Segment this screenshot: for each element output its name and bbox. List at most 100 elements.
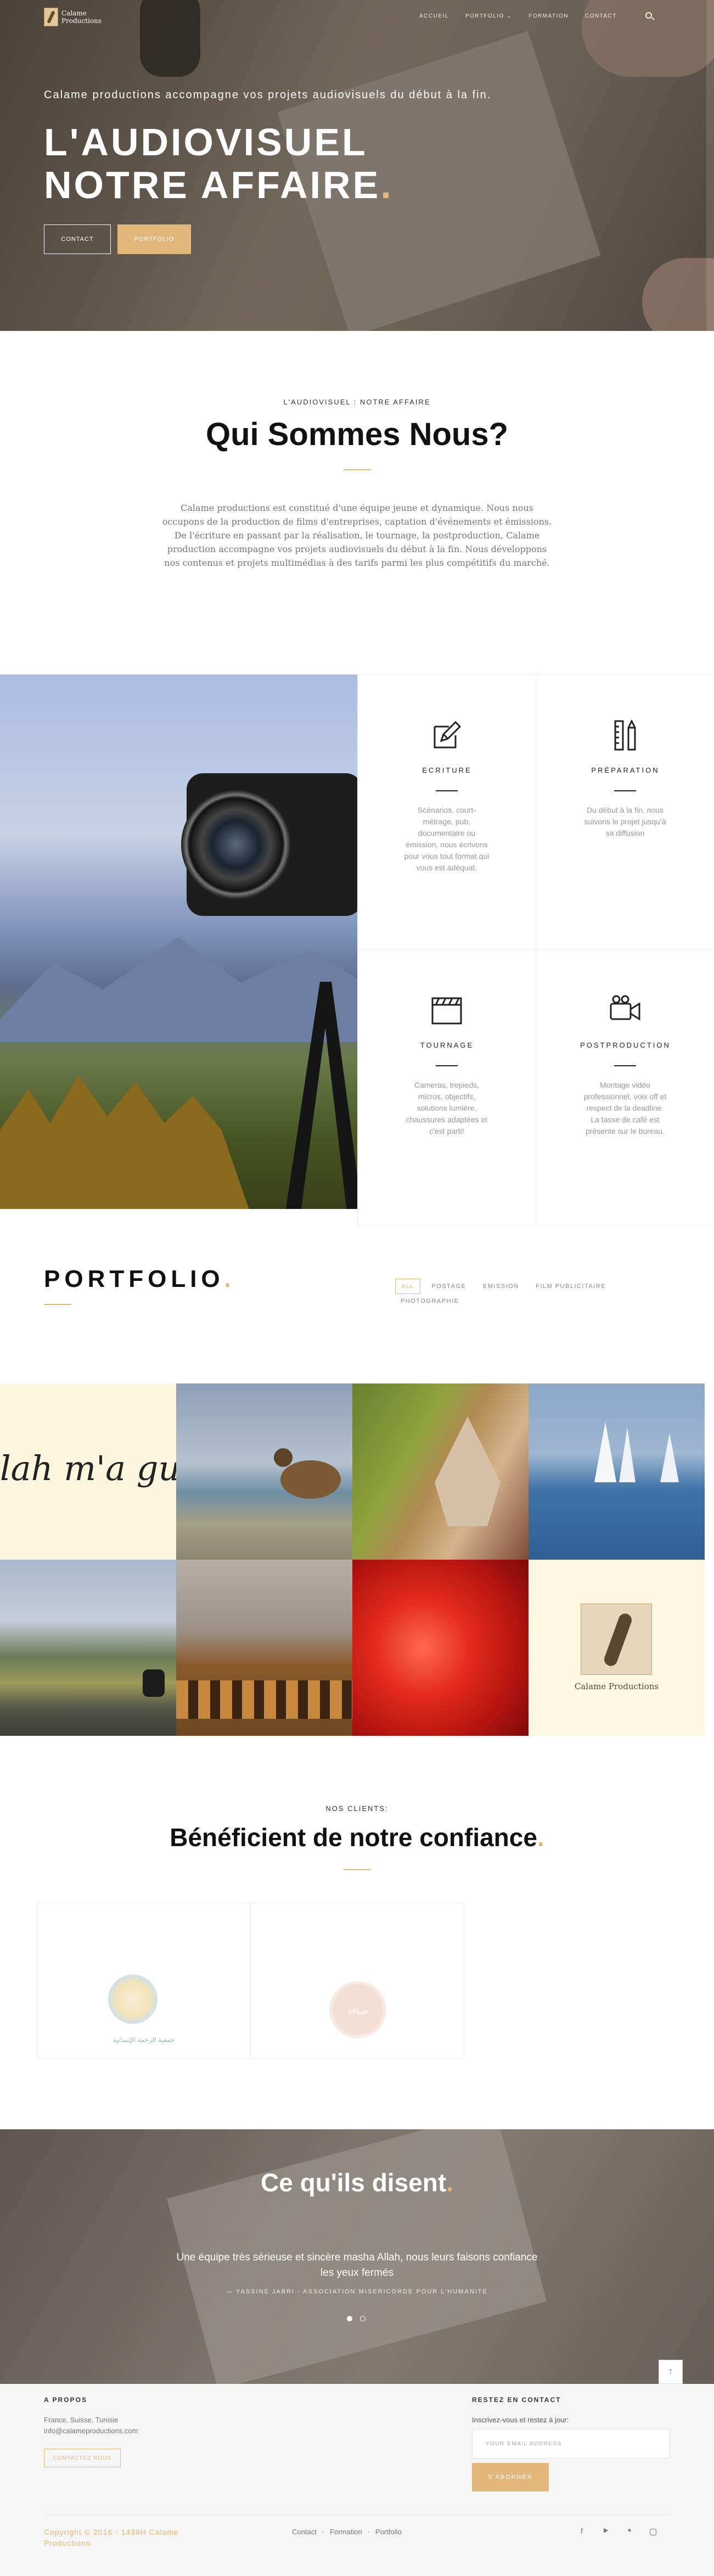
filter-all[interactable]: ALL xyxy=(395,1279,421,1294)
service-divider xyxy=(614,1065,636,1066)
subscribe-button[interactable]: S'ABONNER xyxy=(472,2463,549,2491)
portfolio-filters: ALL POSTAGE EMISSION FILM PUBLICITAIRE P… xyxy=(395,1279,681,1308)
newsletter-email-input[interactable]: YOUR EMAIL ADDRESS xyxy=(472,2429,670,2459)
search-icon[interactable] xyxy=(645,12,652,19)
about-text: Calame productions est constitué d'une é… xyxy=(162,503,552,568)
filter-photographie[interactable]: PHOTOGRAPHIE xyxy=(395,1294,464,1308)
hero-title-line-2: NOTRE AFFAIRE xyxy=(44,164,381,206)
service-title: TOURNAGE xyxy=(420,1041,474,1049)
footer-link-sep: · xyxy=(322,2528,325,2536)
hero-title: L'AUDIOVISUEL NOTRE AFFAIRE. xyxy=(44,121,393,206)
clients-divider xyxy=(344,1869,371,1870)
portfolio-tile-lamp[interactable] xyxy=(352,1383,529,1560)
client-logo-diyafa[interactable]: ضيافة xyxy=(250,1903,464,2059)
footer-newsletter-text: Inscrivez-vous et restez à jour: xyxy=(472,2416,569,2424)
footer-link-portfolio[interactable]: Portfolio xyxy=(375,2528,402,2536)
clients-title: Bénéficient de notre confiance. xyxy=(0,1823,714,1852)
tile-lamp-shape xyxy=(435,1416,501,1526)
quill-logo-icon xyxy=(581,1604,652,1675)
portfolio-tile-red-flower[interactable] xyxy=(352,1560,529,1736)
facebook-icon[interactable]: f xyxy=(581,2527,583,2535)
logo-line-1: Calame xyxy=(61,9,87,17)
service-card-ecriture: ECRITURE Scénarios, court-métrage, pub, … xyxy=(357,674,536,950)
portfolio-tile-calligraphy[interactable]: llah m'a gu xyxy=(0,1383,176,1560)
camera-mountain-photo xyxy=(0,674,357,1209)
nav-item-portfolio[interactable]: PORTFOLIO ⌄ xyxy=(465,13,512,19)
filter-postage[interactable]: POSTAGE xyxy=(426,1279,472,1293)
client-logo-caption: جمعية الرحمة الإنسانية xyxy=(113,2036,175,2044)
twitter-icon[interactable]: ✦ xyxy=(627,2527,632,2534)
hero-title-line-1: L'AUDIOVISUEL xyxy=(44,121,368,164)
hero-title-dot: . xyxy=(380,164,393,206)
nav-item-contact[interactable]: CONTACT xyxy=(585,13,617,19)
tile-sail-2 xyxy=(619,1427,636,1482)
clients-title-dot: . xyxy=(537,1823,544,1852)
site-logo[interactable]: Calame Productions xyxy=(44,8,102,26)
service-title: PRÉPARATION xyxy=(591,766,660,774)
service-text: Du début à la fin, nous suivons le proje… xyxy=(584,806,666,837)
clients-title-text: Bénéficient de notre confiance xyxy=(170,1823,537,1852)
portfolio-title-text: PORTFOLIO xyxy=(44,1265,224,1292)
portfolio-button[interactable]: PORTFOLIO xyxy=(117,224,191,254)
testimonial-pager xyxy=(347,2316,366,2321)
contact-button[interactable]: CONTACT xyxy=(44,224,111,254)
testimonial-title-dot: . xyxy=(446,2168,453,2197)
tile-sail-3 xyxy=(660,1433,679,1482)
service-card-tournage: TOURNAGE Cameras, trepieds, micros, obje… xyxy=(357,950,536,1225)
tile-sail-1 xyxy=(594,1422,616,1482)
portfolio-title-dot: . xyxy=(224,1265,235,1292)
nav-item-accueil[interactable]: ACCUEIL xyxy=(419,13,449,19)
footer-email[interactable]: info@calameproductions.com xyxy=(44,2426,138,2436)
pager-dot-2[interactable] xyxy=(360,2316,366,2321)
arrow-up-icon: ↑ xyxy=(668,2367,673,2376)
main-nav: ACCUEIL PORTFOLIO ⌄ FORMATION CONTACT xyxy=(419,13,617,19)
footer-link-contact[interactable]: Contact xyxy=(292,2528,317,2536)
filter-emission[interactable]: EMISSION xyxy=(477,1279,525,1293)
portfolio-tile-calame-logo[interactable]: Calame Productions xyxy=(529,1560,705,1736)
service-divider xyxy=(436,790,458,791)
footer-address: France, Suisse, Tunisie xyxy=(44,2416,119,2424)
service-divider xyxy=(614,790,636,791)
client-logo-circle xyxy=(108,1975,158,2024)
portfolio-tile-mosque[interactable] xyxy=(176,1560,352,1736)
site-footer: A PROPOS France, Suisse, Tunisie info@ca… xyxy=(0,2384,714,2576)
testimonial-quote: Une équipe très sérieuse et sincère mash… xyxy=(176,2252,538,2279)
hero-subtitle: Calame productions accompagne vos projet… xyxy=(44,89,492,101)
portfolio-title: PORTFOLIO. xyxy=(44,1265,235,1293)
tile-duck-bird xyxy=(280,1460,341,1499)
portfolio-tile-motorcycle[interactable] xyxy=(0,1560,176,1736)
back-to-top-button[interactable]: ↑ xyxy=(659,2360,683,2384)
hero-title-line-2-wrap: NOTRE AFFAIRE. xyxy=(44,164,393,206)
testimonial-author: — YASSINE JABRI - ASSOCIATION MISERICORD… xyxy=(226,2288,488,2295)
tile-logo-caption: Calame Productions xyxy=(574,1681,659,1691)
quill-logo-icon xyxy=(44,8,58,26)
hero-section: Calame Productions ACCUEIL PORTFOLIO ⌄ F… xyxy=(0,0,714,331)
tile-mosque-arches xyxy=(176,1680,352,1719)
page-scrollbar[interactable] xyxy=(706,0,714,331)
about-title: Qui Sommes Nous? xyxy=(205,417,509,452)
quill-feather xyxy=(602,1611,634,1668)
pager-dot-1[interactable] xyxy=(347,2316,352,2321)
service-card-postproduction: POSTPRODUCTION Montage vidéo professionn… xyxy=(536,950,714,1225)
photo-mountains xyxy=(0,937,357,1042)
about-kicker: L'AUDIOVISUEL : NOTRE AFFAIRE xyxy=(283,398,431,406)
service-divider xyxy=(436,1065,458,1066)
youtube-icon[interactable]: ▶ xyxy=(604,2527,608,2534)
testimonial-section: Ce qu'ils disent. Une équipe très sérieu… xyxy=(0,2129,714,2384)
portfolio-tile-sailboats[interactable] xyxy=(529,1383,705,1560)
instagram-icon[interactable] xyxy=(650,2529,656,2535)
footer-link-formation[interactable]: Formation xyxy=(330,2528,362,2536)
video-camera-icon xyxy=(608,993,643,1028)
filter-film-publicitaire[interactable]: FILM PUBLICITAIRE xyxy=(530,1279,611,1293)
tile-moto-rider xyxy=(143,1669,165,1697)
service-title: ECRITURE xyxy=(422,766,472,774)
footer-link-sep: · xyxy=(367,2528,370,2536)
nav-item-formation[interactable]: FORMATION xyxy=(529,13,569,19)
testimonial-title: Ce qu'ils disent. xyxy=(0,2168,714,2197)
client-logo-misericorde[interactable]: جمعية الرحمة الإنسانية xyxy=(36,1903,250,2059)
portfolio-tile-duck[interactable] xyxy=(176,1383,352,1560)
service-title: POSTPRODUCTION xyxy=(580,1041,671,1049)
pencil-ruler-icon xyxy=(608,718,643,753)
footer-contact-button[interactable]: CONTACTEZ NOUS xyxy=(44,2449,121,2467)
pencil-paper-icon xyxy=(429,718,464,753)
